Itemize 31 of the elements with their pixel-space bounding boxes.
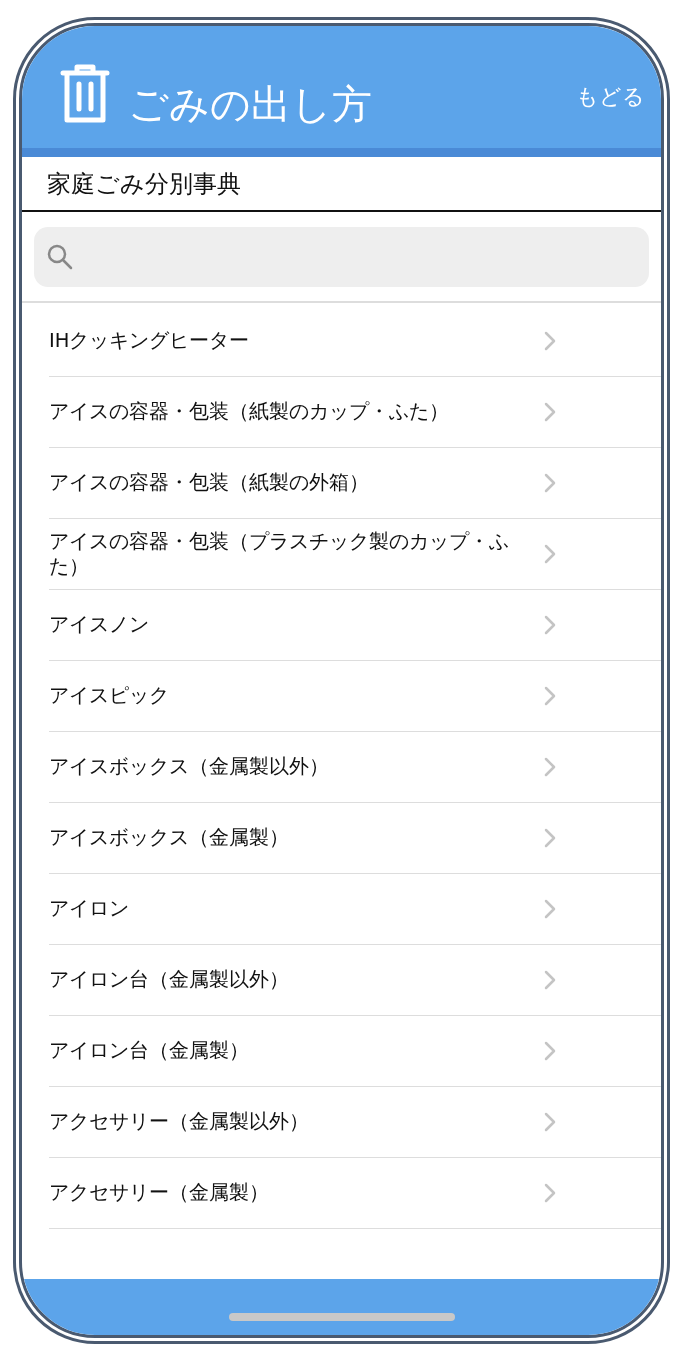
list-item[interactable]: アイスノン — [49, 590, 661, 661]
search-icon — [46, 243, 74, 271]
chevron-icon — [544, 1183, 556, 1203]
chevron-icon — [544, 757, 556, 777]
chevron-icon — [544, 899, 556, 919]
list-item[interactable]: アイスの容器・包装（紙製の外箱） — [49, 448, 661, 519]
chevron-icon — [544, 970, 556, 990]
chevron-icon — [544, 544, 556, 564]
list-item[interactable]: アクセサリー（金属製） — [49, 1158, 661, 1229]
chevron-icon — [544, 402, 556, 422]
list-item[interactable]: アイロン台（金属製以外） — [49, 945, 661, 1016]
chevron-icon — [544, 1112, 556, 1132]
search-field[interactable] — [34, 227, 649, 287]
chevron-icon — [544, 473, 556, 493]
chevron-icon — [544, 331, 556, 351]
list-item[interactable]: アクセサリー（金属製以外） — [49, 1087, 661, 1158]
list-item[interactable]: アイスボックス（金属製） — [49, 803, 661, 874]
list-item[interactable]: アイロン台（金属製） — [49, 1016, 661, 1087]
chevron-icon — [544, 1041, 556, 1061]
list-item[interactable]: アイスボックス（金属製以外） — [49, 732, 661, 803]
list-item[interactable]: IHクッキングヒーター — [49, 306, 661, 377]
list-item[interactable]: アイスピック — [49, 661, 661, 732]
chevron-icon — [544, 615, 556, 635]
chevron-icon — [544, 686, 556, 706]
section-title: 家庭ごみ分別事典 — [22, 157, 661, 212]
list-item[interactable]: アイスの容器・包装（プラスチック製のカップ・ふた） — [49, 519, 661, 590]
app-title: ごみの出し方 — [128, 84, 373, 124]
list-item[interactable]: アイロン — [49, 874, 661, 945]
trash-icon — [60, 64, 110, 124]
chevron-icon — [544, 828, 556, 848]
list-item[interactable]: アイスの容器・包装（紙製のカップ・ふた） — [49, 377, 661, 448]
